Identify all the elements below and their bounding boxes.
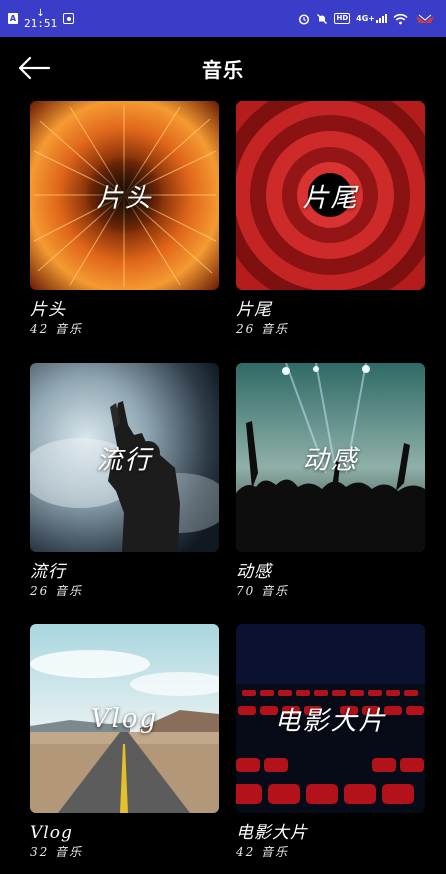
category-thumbnail: 流行	[30, 363, 219, 552]
screenshot-icon	[63, 13, 75, 24]
cellular-signal-icon: 4G+	[356, 14, 387, 23]
category-count: 70 音乐	[236, 584, 290, 598]
category-count: 32 音乐	[30, 845, 84, 859]
thumbnail-label: Vlog	[90, 703, 159, 734]
category-thumbnail: 动感	[236, 363, 425, 552]
category-card-vlog[interactable]: Vlog Vlog 32 音乐	[30, 624, 219, 874]
thumbnail-label: 电影大片	[274, 706, 387, 736]
category-card-pop[interactable]: 流行 流行 26 音乐	[30, 363, 219, 613]
thumbnail-label: 片头	[96, 183, 153, 213]
status-time: 21:51	[24, 16, 58, 30]
signal-bars	[376, 14, 387, 23]
network-type-label: 4G+	[356, 14, 375, 23]
mute-icon	[317, 13, 328, 24]
status-bar-right: HD 4G+	[298, 13, 438, 25]
category-thumbnail: 片尾	[236, 101, 425, 290]
category-card-intro[interactable]: 片头 片头 42 音乐	[30, 101, 219, 351]
thumbnail-label: 流行	[96, 445, 153, 475]
category-card-blockbuster[interactable]: 电影大片 电影大片 42 音乐	[236, 624, 425, 874]
hd-icon: HD	[334, 13, 351, 24]
category-thumbnail: 电影大片	[236, 624, 425, 813]
thumbnail-label: 片尾	[302, 183, 359, 213]
status-bar-left: A ↓ 21:51	[8, 8, 75, 30]
category-thumbnail: Vlog	[30, 624, 219, 813]
wifi-icon	[393, 13, 408, 24]
battery-icon	[416, 14, 434, 23]
alarm-icon	[299, 13, 310, 25]
category-title: 动感	[236, 562, 272, 582]
category-title: 流行	[30, 562, 66, 582]
category-count: 26 音乐	[236, 322, 290, 336]
category-card-outro[interactable]: 片尾 片尾 26 音乐	[236, 101, 425, 351]
category-count: 42 音乐	[236, 845, 290, 859]
app-notification-icon: A	[8, 13, 18, 24]
clock: ↓ 21:51	[24, 8, 58, 30]
category-thumbnail: 片头	[30, 101, 219, 290]
status-bar: A ↓ 21:51 HD 4G+	[0, 0, 446, 37]
page-title: 音乐	[202, 58, 244, 82]
top-bar: 音乐	[0, 37, 446, 99]
category-title: Vlog	[30, 823, 73, 843]
thumbnail-label: 动感	[302, 445, 359, 475]
category-title: 片头	[30, 300, 66, 320]
category-card-dynamic[interactable]: 动感 动感 70 音乐	[236, 363, 425, 613]
category-title: 片尾	[236, 300, 272, 320]
category-count: 26 音乐	[30, 584, 84, 598]
category-count: 42 音乐	[30, 322, 84, 336]
category-title: 电影大片	[236, 823, 308, 843]
